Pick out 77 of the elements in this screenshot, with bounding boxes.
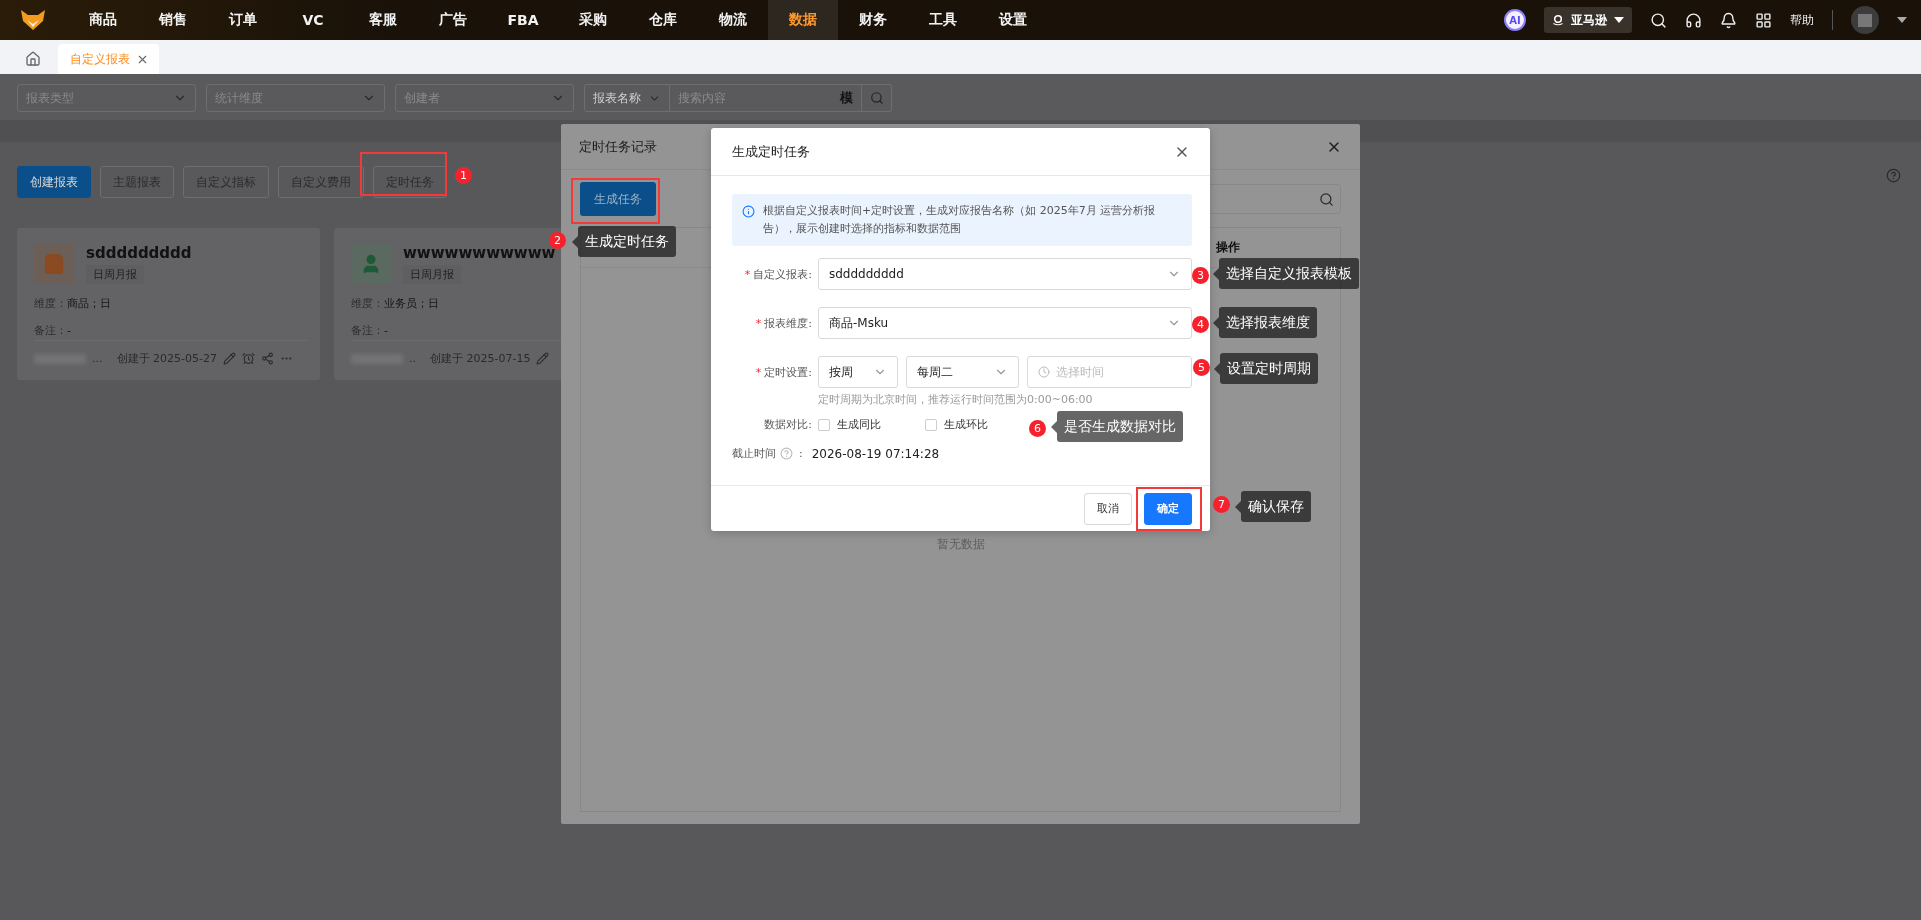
annotation-tooltip: 是否生成数据对比: [1057, 411, 1183, 442]
panel-title: 定时任务记录: [579, 137, 657, 156]
nav-item[interactable]: 销售: [138, 0, 208, 40]
headset-icon[interactable]: [1685, 11, 1702, 29]
annotation-tooltip: 确认保存: [1241, 491, 1311, 522]
nav-item[interactable]: 工具: [908, 0, 978, 40]
select-field[interactable]: sddddddddd: [818, 258, 1192, 290]
nav-item[interactable]: 设置: [978, 0, 1048, 40]
nav-item[interactable]: FBA: [488, 0, 558, 40]
annotation-tooltip: 设置定时周期: [1220, 353, 1318, 384]
store-selector[interactable]: 亚马逊: [1544, 7, 1632, 33]
author-ellipsis: ...: [92, 352, 103, 365]
clock-icon: [1038, 366, 1050, 378]
amazon-icon: [1552, 14, 1564, 26]
fox-logo-icon[interactable]: [20, 9, 46, 31]
tooltip-arrow: [1214, 362, 1220, 375]
caret-icon: [1614, 16, 1624, 24]
field-value: 2026-08-19 07:14:28: [811, 446, 940, 461]
checkbox-label: 生成环比: [944, 417, 988, 432]
field-hint: 定时周期为北京时间，推荐运行时间范围为0:00~06:00: [818, 392, 1094, 407]
period-select[interactable]: 按周: [818, 356, 898, 388]
info-icon: [742, 205, 755, 218]
tooltip-arrow: [1213, 316, 1219, 329]
tooltip-arrow: [1051, 420, 1057, 433]
search-button[interactable]: [862, 84, 892, 112]
field-label: * 报表维度:: [754, 315, 813, 331]
nav-item[interactable]: 订单: [208, 0, 278, 40]
report-title: sddddddddd: [86, 244, 192, 262]
search-icon: [1319, 191, 1334, 207]
field-label: * 自定义报表:: [743, 266, 813, 282]
cancel-button[interactable]: 取消: [1084, 492, 1132, 525]
column-header: 操作: [1216, 239, 1240, 256]
annotation-tooltip: 选择自定义报表模板: [1219, 258, 1359, 289]
field-label: 截止时间: [732, 446, 776, 461]
nav-item[interactable]: 商品: [68, 0, 138, 40]
select-field[interactable]: 商品-Msku: [818, 307, 1192, 339]
checkbox[interactable]: [925, 418, 937, 431]
checkbox-label: 生成同比: [837, 417, 881, 432]
info-text: 根据自定义报表时间+定时设置，生成对应报告名称（如 2025年7月 运营分析报告），展示创建时选择的指标和数据范围: [763, 203, 1157, 237]
avatar[interactable]: [1851, 6, 1879, 34]
bell-icon[interactable]: [1720, 11, 1737, 29]
tooltip-arrow: [572, 235, 578, 248]
nav-item[interactable]: 财务: [838, 0, 908, 40]
nav-item[interactable]: VC: [278, 0, 348, 40]
day-select[interactable]: 每周二: [906, 356, 1019, 388]
ai-badge[interactable]: AI: [1504, 9, 1526, 31]
tooltip-arrow: [1235, 500, 1241, 513]
create-task-button[interactable]: 生成任务: [580, 182, 656, 216]
nav-item[interactable]: 采购: [558, 0, 628, 40]
toolbar-button[interactable]: 创建报表: [17, 166, 91, 198]
share-icon[interactable]: [260, 352, 274, 365]
checkbox[interactable]: [818, 418, 830, 431]
bag-icon: [43, 253, 65, 275]
author-ellipsis: ..: [409, 352, 416, 365]
alarm-clock-icon[interactable]: [241, 352, 255, 365]
search-icon[interactable]: [1650, 11, 1667, 29]
dialog-title: 生成定时任务: [732, 142, 810, 161]
search-icon: [869, 91, 884, 105]
nav-item[interactable]: 仓库: [628, 0, 698, 40]
grid-icon[interactable]: [1755, 11, 1772, 29]
home-icon: [25, 51, 41, 67]
annotation-tooltip: 生成定时任务: [578, 226, 676, 257]
nav-item[interactable]: 数据: [768, 0, 838, 40]
help-link[interactable]: 帮助: [1790, 11, 1814, 29]
nav-item[interactable]: 物流: [698, 0, 768, 40]
edit-icon[interactable]: [222, 352, 236, 365]
field-label: 数据对比:: [763, 417, 813, 432]
edit-icon[interactable]: [536, 352, 550, 365]
nav-item[interactable]: 客服: [348, 0, 418, 40]
nav-item[interactable]: 广告: [418, 0, 488, 40]
annotation-tooltip: 选择报表维度: [1219, 307, 1317, 338]
field-label: * 定时设置:: [754, 364, 813, 380]
search-type-select[interactable]: 报表名称: [584, 84, 670, 112]
caret-icon[interactable]: [1897, 16, 1907, 24]
confirm-button[interactable]: 确定: [1144, 492, 1192, 525]
separator: :: [799, 447, 803, 460]
tooltip-arrow: [1213, 267, 1219, 280]
